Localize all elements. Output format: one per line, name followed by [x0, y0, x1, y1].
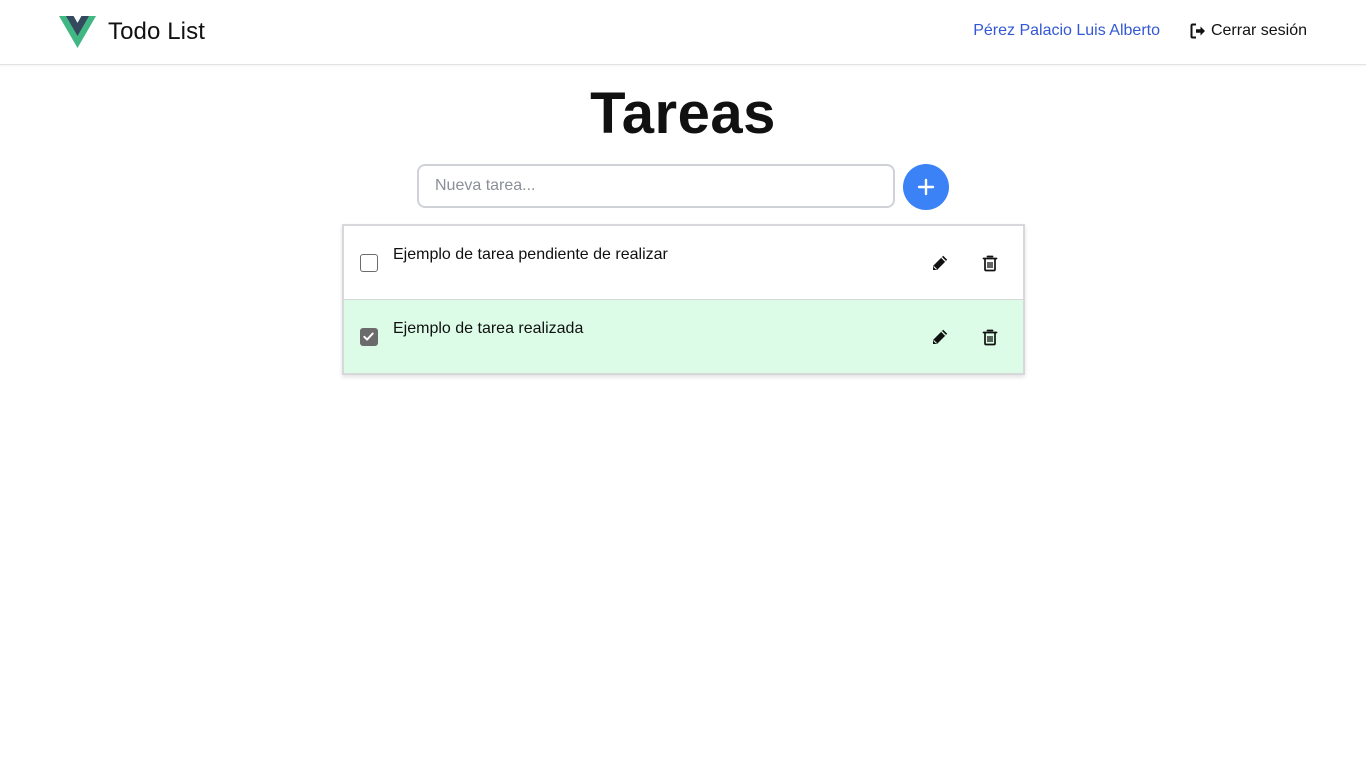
logout-label: Cerrar sesión [1210, 22, 1307, 39]
edit-task-button[interactable] [929, 252, 951, 274]
logout-button[interactable]: Cerrar sesión [1190, 22, 1307, 40]
trash-icon [982, 329, 998, 346]
sign-out-icon [1190, 23, 1205, 39]
trash-icon [982, 255, 998, 272]
edit-task-button[interactable] [929, 326, 951, 348]
task-checkbox[interactable] [360, 328, 378, 346]
pencil-icon [933, 329, 948, 344]
navbar: Todo List Pérez Palacio Luis Alberto Cer… [0, 0, 1366, 65]
delete-task-button[interactable] [979, 326, 1001, 348]
task-list: Ejemplo de tarea pendiente de realizar E… [342, 224, 1025, 375]
checkmark-icon [363, 332, 374, 341]
pencil-icon [933, 255, 948, 270]
vue-logo-icon [59, 16, 96, 48]
task-row: Ejemplo de tarea realizada [344, 300, 1023, 373]
brand-link[interactable]: Todo List [59, 16, 205, 48]
task-row: Ejemplo de tarea pendiente de realizar [344, 226, 1023, 300]
task-checkbox[interactable] [360, 254, 378, 272]
user-profile-link[interactable]: Pérez Palacio Luis Alberto [973, 22, 1160, 40]
delete-task-button[interactable] [979, 252, 1001, 274]
add-task-button[interactable] [903, 164, 949, 210]
page-title: Tareas [590, 81, 776, 146]
brand-title: Todo List [108, 18, 205, 45]
new-task-input[interactable] [417, 164, 895, 208]
task-text: Ejemplo de tarea realizada [393, 320, 584, 337]
plus-icon [917, 178, 935, 196]
task-text: Ejemplo de tarea pendiente de realizar [393, 246, 668, 263]
